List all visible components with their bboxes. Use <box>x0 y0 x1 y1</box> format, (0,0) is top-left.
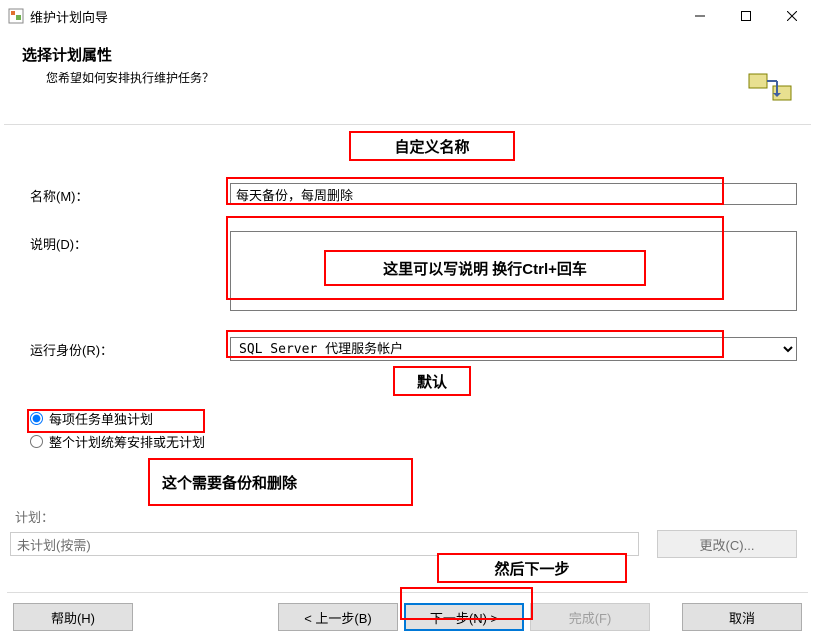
button-bar: 帮助(H) < 上一步(B) 下一步(N) > 完成(F) 取消 <box>7 592 808 631</box>
radio-separate-label: 每项任务单独计划 <box>49 409 153 428</box>
close-button[interactable] <box>769 1 815 31</box>
cancel-button[interactable]: 取消 <box>682 603 802 631</box>
description-input[interactable] <box>230 231 797 311</box>
window-title: 维护计划向导 <box>30 7 677 26</box>
minimize-button[interactable] <box>677 1 723 31</box>
back-button[interactable]: < 上一步(B) <box>278 603 398 631</box>
radio-separate-schedule[interactable]: 每项任务单独计划 <box>30 409 797 428</box>
radio-single-schedule[interactable]: 整个计划统筹安排或无计划 <box>30 432 797 451</box>
maximize-button[interactable] <box>723 1 769 31</box>
schedule-type-group: 每项任务单独计划 整个计划统筹安排或无计划 <box>30 409 797 451</box>
change-schedule-button: 更改(C)... <box>657 530 797 558</box>
description-label: 说明(D)： <box>30 231 230 253</box>
help-button[interactable]: 帮助(H) <box>13 603 133 631</box>
page-subtitle: 您希望如何安排执行维护任务？ <box>22 69 747 86</box>
titlebar: 维护计划向导 <box>0 0 815 32</box>
finish-button: 完成(F) <box>530 603 650 631</box>
radio-single-label: 整个计划统筹安排或无计划 <box>49 432 205 451</box>
separator <box>4 124 811 125</box>
radio-separate-input[interactable] <box>30 412 43 425</box>
wizard-header: 选择计划属性 您希望如何安排执行维护任务？ <box>0 32 815 118</box>
next-button[interactable]: 下一步(N) > <box>404 603 524 631</box>
runas-select[interactable]: SQL Server 代理服务帐户 <box>230 337 797 361</box>
page-title: 选择计划属性 <box>22 44 747 65</box>
plan-value-input <box>10 532 639 556</box>
plan-label: 计划： <box>15 507 797 526</box>
radio-single-input[interactable] <box>30 435 43 448</box>
wizard-icon <box>747 64 795 112</box>
runas-label: 运行身份(R)： <box>30 337 230 359</box>
app-icon <box>8 8 24 24</box>
name-label: 名称(M)： <box>30 183 230 205</box>
name-input[interactable] <box>230 183 797 205</box>
